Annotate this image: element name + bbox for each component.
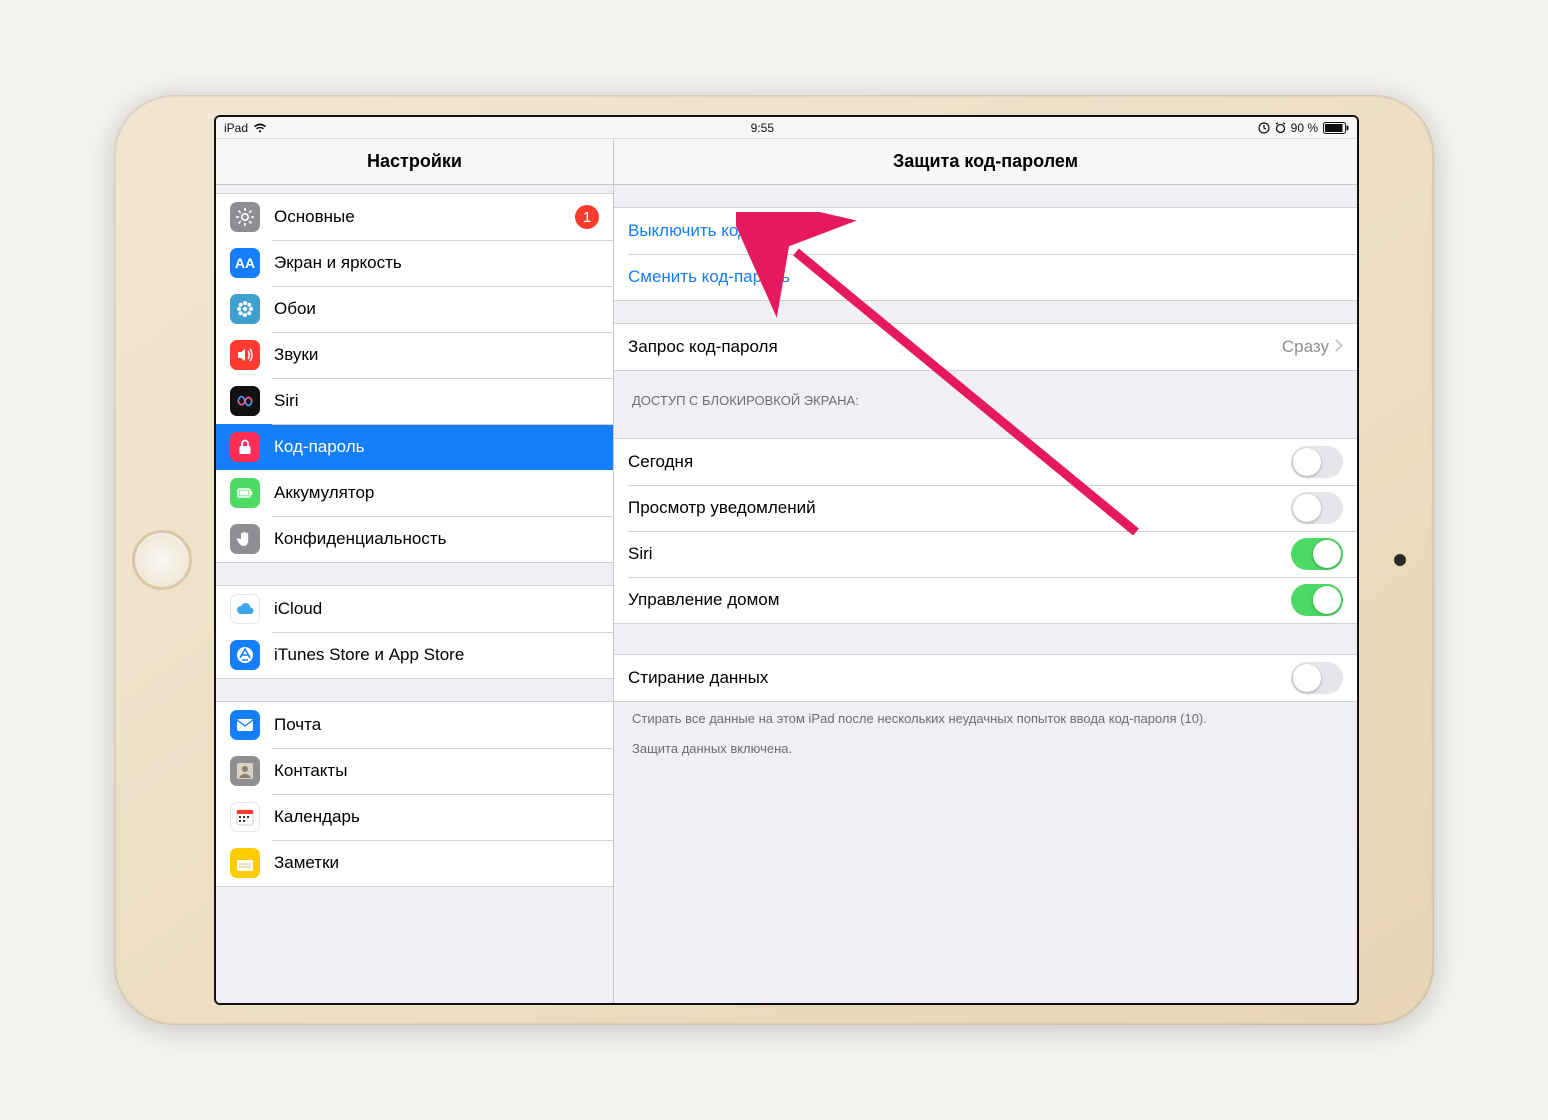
erase-data-row: Стирание данных: [614, 655, 1357, 701]
carrier-label: iPad: [224, 121, 248, 135]
sidebar-title: Настройки: [216, 139, 613, 185]
require-passcode-row[interactable]: Запрос код-пароля Сразу: [614, 324, 1357, 370]
badge: 1: [575, 205, 599, 229]
require-passcode-label: Запрос код-пароля: [628, 337, 1282, 357]
calendar-icon: [230, 802, 260, 832]
sidebar-item-display[interactable]: AA Экран и яркость: [216, 240, 613, 286]
battery-icon: [230, 478, 260, 508]
ipad-frame: iPad 9:55 90 % Настройки Основные1 AA Экра…: [114, 95, 1434, 1025]
battery-pct-label: 90 %: [1291, 121, 1318, 135]
sidebar-item-label: iCloud: [274, 599, 322, 619]
sidebar-item-label: Конфиденциальность: [274, 529, 599, 549]
sidebar-item-label: Календарь: [274, 807, 599, 827]
gear-icon: [230, 202, 260, 232]
siri-icon: [230, 386, 260, 416]
change-passcode-button[interactable]: Сменить код-пароль: [614, 254, 1357, 300]
screen: iPad 9:55 90 % Настройки Основные1 AA Экра…: [214, 115, 1359, 1005]
appstore-icon: [230, 640, 260, 670]
toggle-home[interactable]: [1291, 584, 1343, 616]
sidebar-item-label: Siri: [274, 391, 599, 411]
lockscreen-label: Просмотр уведомлений: [628, 498, 1291, 518]
toggle-notif[interactable]: [1291, 492, 1343, 524]
sidebar-item-icloud[interactable]: iCloud: [216, 586, 613, 632]
turn-off-passcode-label: Выключить код-пароль: [628, 221, 809, 241]
change-passcode-label: Сменить код-пароль: [628, 267, 790, 287]
sidebar-item-battery[interactable]: Аккумулятор: [216, 470, 613, 516]
lockscreen-row-notif: Просмотр уведомлений: [614, 485, 1357, 531]
sidebar-item-label: Основные: [274, 207, 575, 227]
lockscreen-section-header: ДОСТУП С БЛОКИРОВКОЙ ЭКРАНА:: [614, 371, 1357, 416]
toggle-siri[interactable]: [1291, 538, 1343, 570]
contact-icon: [230, 756, 260, 786]
sidebar-item-label: Контакты: [274, 761, 599, 781]
sidebar-item-mail[interactable]: Почта: [216, 702, 613, 748]
wifi-icon: [253, 123, 267, 133]
AA-icon: AA: [230, 248, 260, 278]
clock-label: 9:55: [751, 121, 774, 135]
speaker-icon: [230, 340, 260, 370]
hand-icon: [230, 524, 260, 554]
sidebar-item-label: Аккумулятор: [274, 483, 599, 503]
detail-title: Защита код-паролем: [614, 139, 1357, 185]
lockscreen-row-today: Сегодня: [614, 439, 1357, 485]
sidebar-item-contacts[interactable]: Контакты: [216, 748, 613, 794]
notes-icon: [230, 848, 260, 878]
sidebar-item-privacy[interactable]: Конфиденциальность: [216, 516, 613, 562]
sidebar-item-passcode[interactable]: Код-пароль: [216, 424, 613, 470]
erase-data-toggle[interactable]: [1291, 662, 1343, 694]
erase-data-label: Стирание данных: [628, 668, 1291, 688]
flower-icon: [230, 294, 260, 324]
chevron-right-icon: [1335, 337, 1343, 357]
sidebar-item-calendar[interactable]: Календарь: [216, 794, 613, 840]
lockscreen-label: Управление домом: [628, 590, 1291, 610]
turn-off-passcode-button[interactable]: Выключить код-пароль: [614, 208, 1357, 254]
home-button[interactable]: [132, 530, 192, 590]
sidebar-item-sounds[interactable]: Звуки: [216, 332, 613, 378]
sidebar-item-itunes[interactable]: iTunes Store и App Store: [216, 632, 613, 678]
status-bar: iPad 9:55 90 %: [216, 117, 1357, 139]
toggle-today[interactable]: [1291, 446, 1343, 478]
battery-icon: [1323, 122, 1349, 134]
sidebar-item-label: Код-пароль: [274, 437, 599, 457]
erase-footer-2: Защита данных включена.: [614, 732, 1357, 762]
detail-pane[interactable]: Защита код-паролем Выключить код-пароль …: [614, 139, 1357, 1003]
erase-footer-1: Стирать все данные на этом iPad после не…: [614, 702, 1357, 732]
sidebar-item-label: Звуки: [274, 345, 599, 365]
lockscreen-row-siri: Siri: [614, 531, 1357, 577]
sidebar-item-label: Почта: [274, 715, 599, 735]
front-camera: [1394, 554, 1406, 566]
sidebar-item-label: Заметки: [274, 853, 599, 873]
lock-icon: [230, 432, 260, 462]
require-passcode-value: Сразу: [1282, 337, 1329, 357]
sidebar-item-siri[interactable]: Siri: [216, 378, 613, 424]
lockscreen-label: Siri: [628, 544, 1291, 564]
settings-sidebar[interactable]: Настройки Основные1 AA Экран и яркость Обои…: [216, 139, 614, 1003]
sidebar-item-label: Экран и яркость: [274, 253, 599, 273]
cloud-icon: [230, 594, 260, 624]
lockscreen-row-home: Управление домом: [614, 577, 1357, 623]
sidebar-item-notes[interactable]: Заметки: [216, 840, 613, 886]
sidebar-item-label: iTunes Store и App Store: [274, 645, 599, 665]
alarm-icon: [1275, 122, 1286, 134]
orientation-lock-icon: [1258, 122, 1270, 134]
lockscreen-label: Сегодня: [628, 452, 1291, 472]
sidebar-item-label: Обои: [274, 299, 599, 319]
sidebar-item-general[interactable]: Основные1: [216, 194, 613, 240]
mail-icon: [230, 710, 260, 740]
sidebar-item-wallpaper[interactable]: Обои: [216, 286, 613, 332]
